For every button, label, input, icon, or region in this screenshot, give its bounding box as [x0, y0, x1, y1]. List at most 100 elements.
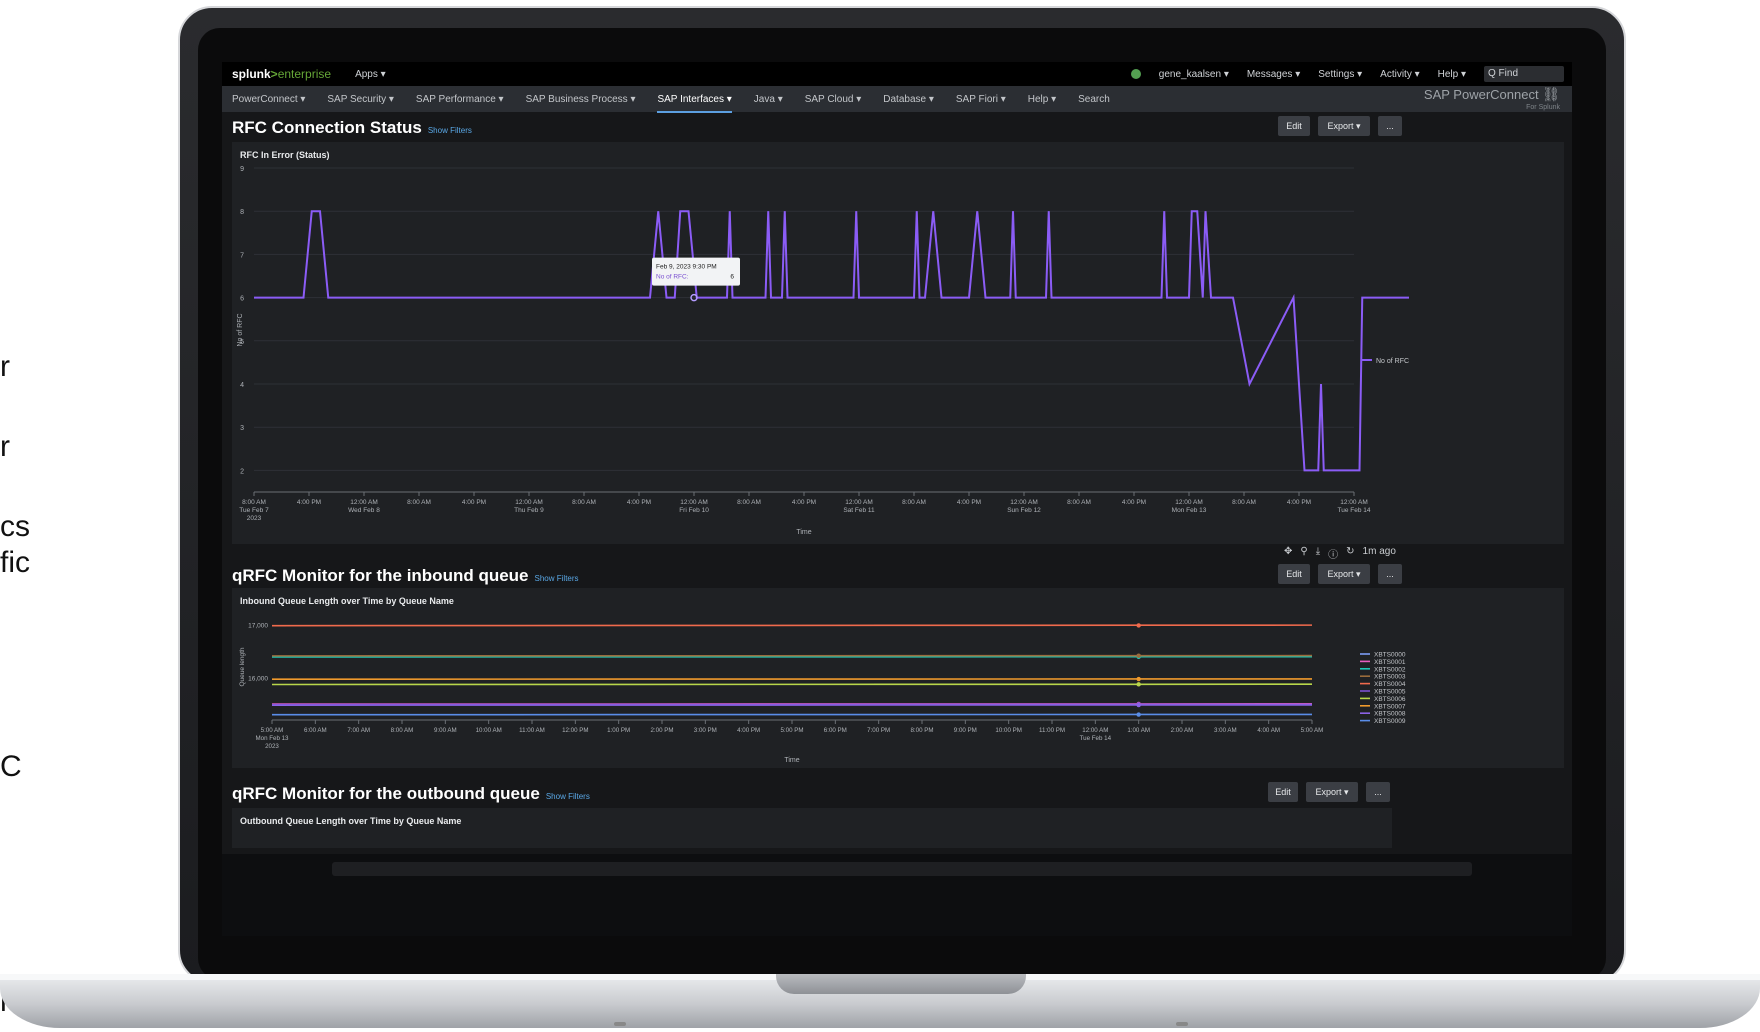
- nav-java[interactable]: Java ▾: [754, 94, 783, 105]
- pan-icon[interactable]: ✥: [1284, 546, 1292, 561]
- legend-label: XBTS0004: [1374, 681, 1406, 688]
- app-nav-bar: PowerConnect ▾ SAP Security ▾ SAP Perfor…: [222, 86, 1572, 113]
- nav-powerconnect[interactable]: PowerConnect ▾: [232, 94, 305, 105]
- x-tick-label: 11:00 AM: [519, 727, 545, 734]
- export-button[interactable]: Export ▾: [1306, 782, 1358, 802]
- side-text-2: r: [0, 430, 10, 463]
- panel-title-rfc: RFC Connection Status Show Filters: [232, 118, 472, 137]
- outbound-chart-panel: Outbound Queue Length over Time by Queue…: [232, 808, 1392, 848]
- nav-sap-performance[interactable]: SAP Performance ▾: [416, 94, 504, 105]
- y-tick-label: 9: [240, 166, 244, 173]
- user-menu[interactable]: gene_kaalsen ▾: [1159, 69, 1229, 80]
- y-axis-label: No of RFC: [237, 313, 244, 346]
- info-icon[interactable]: ⓘ: [1328, 546, 1338, 561]
- show-filters-link[interactable]: Show Filters: [428, 126, 472, 135]
- y-tick-label: 8: [240, 209, 244, 216]
- x-tick-label: 12:00 AM: [1010, 499, 1037, 506]
- x-tick-label: Thu Feb 9: [514, 507, 544, 514]
- nav-sap-business-process[interactable]: SAP Business Process ▾: [526, 94, 636, 105]
- x-tick-label: 4:00 PM: [792, 499, 816, 506]
- more-button[interactable]: ...: [1378, 116, 1402, 136]
- x-tick-label: 8:00 AM: [1232, 499, 1256, 506]
- laptop-lid-notch: [776, 974, 1026, 994]
- find-input[interactable]: Q Find: [1484, 66, 1564, 82]
- nav-sap-security[interactable]: SAP Security ▾: [327, 94, 394, 105]
- time-ago: 1m ago: [1362, 546, 1396, 557]
- show-filters-link[interactable]: Show Filters: [535, 574, 579, 583]
- x-tick-label: 5:00 PM: [780, 727, 803, 734]
- tooltip-value: 6: [730, 274, 734, 281]
- nav-sap-interfaces[interactable]: SAP Interfaces ▾: [657, 94, 733, 113]
- tooltip-box: [652, 257, 740, 286]
- x-tick-label: 12:00 AM: [1175, 499, 1202, 506]
- x-tick-label: 8:00 AM: [572, 499, 596, 506]
- x-tick-label: 4:00 PM: [737, 727, 760, 734]
- series-marker: [1136, 653, 1141, 658]
- edit-button[interactable]: Edit: [1268, 782, 1298, 802]
- x-tick-label: 11:00 PM: [1039, 727, 1065, 734]
- settings-menu[interactable]: Settings ▾: [1318, 69, 1362, 80]
- edit-button[interactable]: Edit: [1278, 564, 1310, 584]
- sap-powerconnect-logo: SAP PowerConnect ⛓ For Splunk: [1423, 86, 1560, 111]
- nav-sap-fiori[interactable]: SAP Fiori ▾: [956, 94, 1006, 105]
- x-tick-label: 8:00 AM: [391, 727, 414, 734]
- export-button[interactable]: Export ▾: [1318, 116, 1370, 136]
- side-text-3: cs: [0, 510, 30, 543]
- more-button[interactable]: ...: [1378, 564, 1402, 584]
- side-text-5: C: [0, 750, 22, 783]
- x-tick-label: 4:00 PM: [1122, 499, 1146, 506]
- x-tick-label: 5:00 AM: [1301, 727, 1324, 734]
- x-tick-label: Tue Feb 7: [239, 507, 269, 514]
- rfc-chart-title: RFC In Error (Status): [240, 150, 330, 160]
- search-icon[interactable]: ⚲: [1300, 546, 1307, 561]
- health-status-icon[interactable]: [1130, 69, 1141, 79]
- apps-menu[interactable]: Apps ▾: [355, 69, 386, 80]
- x-tick-label: Mon Feb 13: [1172, 507, 1207, 514]
- side-text-1: r: [0, 350, 10, 383]
- laptop-screen: splunk>enterprise Apps ▾ gene_kaalsen ▾ …: [222, 62, 1572, 936]
- y-tick-label: 16,000: [248, 676, 268, 683]
- side-text-4: fic: [0, 546, 30, 579]
- nav-sap-cloud[interactable]: SAP Cloud ▾: [805, 94, 862, 105]
- x-tick-label: Mon Feb 13: [255, 735, 289, 742]
- x-axis-label: Time: [796, 529, 811, 536]
- x-tick-label: 12:00 AM: [350, 499, 377, 506]
- legend-label: XBTS0009: [1374, 718, 1406, 725]
- nav-search[interactable]: Search: [1078, 94, 1110, 105]
- edit-button[interactable]: Edit: [1278, 116, 1310, 136]
- x-tick-label: 4:00 PM: [957, 499, 981, 506]
- x-tick-label: Sat Feb 11: [843, 507, 875, 514]
- legend-label: XBTS0002: [1374, 666, 1406, 673]
- legend-label: XBTS0006: [1374, 696, 1406, 703]
- legend-label: XBTS0003: [1374, 674, 1406, 681]
- splunk-logo[interactable]: splunk>enterprise: [232, 67, 331, 81]
- series-marker: [1136, 712, 1141, 717]
- legend-label: XBTS0007: [1374, 703, 1406, 710]
- activity-menu[interactable]: Activity ▾: [1380, 69, 1419, 80]
- export-button[interactable]: Export ▾: [1318, 564, 1370, 584]
- dock-strip: [332, 862, 1472, 876]
- series-marker: [1136, 682, 1141, 687]
- x-tick-label: 5:00 AM: [261, 727, 284, 734]
- download-icon[interactable]: ⤓: [1316, 546, 1320, 561]
- series-marker: [1136, 676, 1141, 682]
- x-tick-label: 4:00 PM: [462, 499, 486, 506]
- nav-database[interactable]: Database ▾: [883, 94, 934, 105]
- x-tick-label: 7:00 PM: [867, 727, 890, 734]
- y-tick-label: 7: [240, 252, 244, 259]
- x-tick-label: 9:00 PM: [954, 727, 977, 734]
- series-line-xbts0004: [271, 624, 1313, 627]
- show-filters-link[interactable]: Show Filters: [546, 792, 590, 801]
- x-tick-label: 3:00 AM: [1214, 727, 1237, 734]
- x-tick-label: 12:00 PM: [562, 727, 588, 734]
- tooltip-time: Feb 9, 2023 9:30 PM: [656, 264, 717, 271]
- help-menu[interactable]: Help ▾: [1438, 69, 1466, 80]
- x-tick-label: 10:00 PM: [995, 727, 1021, 734]
- x-tick-label: 8:00 AM: [1067, 499, 1091, 506]
- more-button[interactable]: ...: [1366, 782, 1390, 802]
- rfc-chart-panel: RFC In Error (Status) 2 3 4 5 6 7 8 9 8:00 AM Tue…: [232, 142, 1564, 544]
- nav-help[interactable]: Help ▾: [1028, 94, 1056, 105]
- messages-menu[interactable]: Messages ▾: [1247, 69, 1300, 80]
- x-axis-label: Time: [784, 757, 799, 764]
- refresh-icon[interactable]: ↻: [1346, 546, 1354, 561]
